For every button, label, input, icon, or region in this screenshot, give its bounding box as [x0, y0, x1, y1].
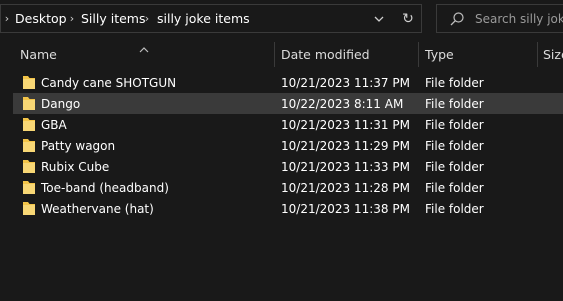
folder-icon	[22, 117, 36, 132]
column-header-type[interactable]: Type	[425, 40, 454, 68]
search-icon	[449, 11, 465, 27]
file-row[interactable]: Toe-band (headband) 10/21/2023 11:28 PM …	[13, 177, 563, 198]
chevron-down-icon[interactable]	[369, 5, 389, 32]
file-name: Dango	[41, 96, 81, 111]
file-date-modified: 10/21/2023 11:28 PM	[281, 180, 410, 195]
file-name: Candy cane SHOTGUN	[41, 75, 177, 90]
file-date-modified: 10/21/2023 11:31 PM	[281, 117, 410, 132]
file-name: Patty wagon	[41, 138, 116, 153]
file-type: File folder	[425, 159, 484, 174]
file-date-modified: 10/21/2023 11:37 PM	[281, 75, 410, 90]
folder-icon	[22, 75, 36, 90]
search-input[interactable]	[475, 5, 563, 32]
file-name: Toe-band (headband)	[41, 180, 169, 195]
column-header-row: Name Date modified Type Size	[0, 40, 563, 68]
file-type: File folder	[425, 138, 484, 153]
address-bar[interactable]: › Desktop › Silly items › silly joke ite…	[0, 4, 422, 33]
column-divider[interactable]	[274, 42, 275, 67]
file-date-modified: 10/21/2023 11:33 PM	[281, 159, 410, 174]
folder-icon	[22, 96, 36, 111]
sort-up-icon	[139, 38, 149, 53]
file-name: Weathervane (hat)	[41, 201, 154, 216]
file-type: File folder	[425, 117, 484, 132]
file-row[interactable]: Patty wagon 10/21/2023 11:29 PM File fol…	[13, 135, 563, 156]
file-row[interactable]: Rubix Cube 10/21/2023 11:33 PM File fold…	[13, 156, 563, 177]
column-header-size[interactable]: Size	[543, 40, 563, 68]
folder-icon	[22, 138, 36, 153]
refresh-icon[interactable]: ↻	[397, 5, 419, 32]
file-type: File folder	[425, 75, 484, 90]
column-divider[interactable]	[418, 42, 419, 67]
breadcrumb-silly-items[interactable]: Silly items	[81, 5, 145, 32]
file-type: File folder	[425, 96, 484, 111]
column-header-name[interactable]: Name	[20, 40, 57, 68]
chevron-right-icon[interactable]: ›	[66, 5, 78, 32]
breadcrumb-silly-joke-items[interactable]: silly joke items	[157, 5, 250, 32]
column-header-date-modified[interactable]: Date modified	[281, 40, 370, 68]
file-name: Rubix Cube	[41, 159, 110, 174]
folder-icon	[22, 201, 36, 216]
chevron-right-icon[interactable]: ›	[1, 5, 13, 32]
chevron-right-icon[interactable]: ›	[141, 5, 153, 32]
file-date-modified: 10/21/2023 11:29 PM	[281, 138, 410, 153]
file-row[interactable]: GBA 10/21/2023 11:31 PM File folder	[13, 114, 563, 135]
file-name: GBA	[41, 117, 67, 132]
folder-icon	[22, 180, 36, 195]
file-type: File folder	[425, 201, 484, 216]
folder-icon	[22, 159, 36, 174]
file-row[interactable]: Weathervane (hat) 10/21/2023 11:38 PM Fi…	[13, 198, 563, 219]
breadcrumb-desktop[interactable]: Desktop	[15, 5, 67, 32]
file-type: File folder	[425, 180, 484, 195]
file-date-modified: 10/22/2023 8:11 AM	[281, 96, 404, 111]
file-date-modified: 10/21/2023 11:38 PM	[281, 201, 410, 216]
column-divider[interactable]	[537, 42, 538, 67]
file-row-selected[interactable]: Dango 10/22/2023 8:11 AM File folder	[13, 93, 563, 114]
search-box[interactable]	[436, 4, 563, 33]
file-row[interactable]: Candy cane SHOTGUN 10/21/2023 11:37 PM F…	[13, 72, 563, 93]
